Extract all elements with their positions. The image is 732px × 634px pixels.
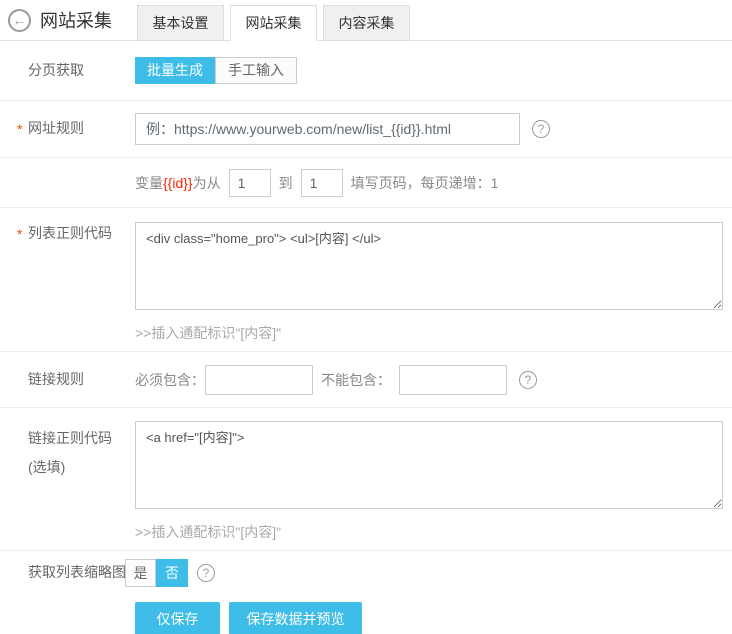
variable-token: {{id}} (163, 175, 193, 191)
insert-wildcard-link[interactable]: >>插入通配标识"[内容]" (135, 522, 723, 542)
not-contain-label: 不能包含： (321, 370, 391, 390)
link-regex-label: 链接正则代码 (选填) (0, 421, 135, 483)
thumbnail-label: 获取列表缩略图 (0, 561, 135, 585)
thumbnail-toggle: 是 否 ? (125, 559, 215, 587)
help-icon[interactable]: ? (519, 371, 537, 389)
tab-website-collection[interactable]: 网站采集 (230, 5, 317, 41)
list-regex-textarea[interactable]: <div class="home_pro"> <ul>[内容] </ul> (135, 222, 723, 310)
link-regex-textarea[interactable]: <a href="[内容]"> (135, 421, 723, 509)
thumbnail-no-button[interactable]: 否 (156, 559, 188, 587)
optional-label: (选填) (28, 453, 135, 482)
list-regex-column: <div class="home_pro"> <ul>[内容] </ul> >>… (135, 222, 723, 343)
not-contain-input[interactable] (399, 365, 507, 395)
pagination-label: 分页获取 (0, 59, 135, 83)
url-rule-label: *网址规则 (0, 117, 135, 141)
must-contain-input[interactable] (205, 365, 313, 395)
to-label: 到 (279, 173, 293, 193)
tab-basic-settings[interactable]: 基本设置 (137, 5, 224, 41)
url-rule-input[interactable] (135, 113, 520, 145)
save-only-button[interactable]: 仅保存 (135, 602, 220, 634)
row-link-regex: 链接正则代码 (选填) <a href="[内容]"> >>插入通配标识"[内容… (0, 408, 732, 551)
row-link-rule: 链接规则 必须包含： 不能包含： ? (0, 352, 732, 408)
manual-input-button[interactable]: 手工输入 (215, 57, 297, 84)
row-url-rule: *网址规则 ? (0, 101, 732, 158)
list-regex-label: *列表正则代码 (0, 222, 135, 246)
pagination-toggle: 批量生成 手工输入 (135, 57, 297, 84)
row-list-regex: *列表正则代码 <div class="home_pro"> <ul>[内容] … (0, 208, 732, 352)
action-bar: 仅保存 保存数据并预览 (0, 602, 732, 634)
insert-wildcard-link[interactable]: >>插入通配标识"[内容]" (135, 323, 723, 343)
back-button[interactable]: ← (8, 9, 31, 32)
page-title: 网站采集 (40, 7, 112, 33)
link-rule-label: 链接规则 (0, 368, 135, 392)
header: ← 网站采集 基本设置 网站采集 内容采集 (0, 0, 732, 41)
header-left: ← 网站采集 (0, 7, 112, 40)
tab-bar: 基本设置 网站采集 内容采集 (137, 5, 416, 40)
row-pagination-mode: 分页获取 批量生成 手工输入 (0, 41, 732, 101)
save-and-preview-button[interactable]: 保存数据并预览 (229, 602, 362, 634)
required-asterisk: * (17, 118, 22, 142)
required-asterisk: * (17, 223, 22, 247)
variable-prefix: 变量{{id}}为从 (135, 173, 221, 193)
must-contain-label: 必须包含： (135, 370, 205, 390)
row-variable-range: 变量{{id}}为从 到 填写页码，每页递增：1 (0, 158, 732, 208)
tab-content-collection[interactable]: 内容采集 (323, 5, 410, 41)
row-thumbnail: 获取列表缩略图 是 否 ? (0, 551, 732, 595)
page-from-input[interactable] (229, 169, 271, 197)
help-icon[interactable]: ? (197, 564, 215, 582)
batch-generate-button[interactable]: 批量生成 (135, 57, 215, 84)
website-collection-page: ← 网站采集 基本设置 网站采集 内容采集 分页获取 批量生成 手工输入 *网址… (0, 0, 732, 634)
help-icon[interactable]: ? (532, 120, 550, 138)
link-rule-line: 必须包含： 不能包含： ? (135, 365, 537, 395)
variable-suffix: 填写页码，每页递增：1 (351, 173, 499, 193)
page-to-input[interactable] (301, 169, 343, 197)
back-arrow-icon: ← (13, 13, 27, 27)
link-regex-column: <a href="[内容]"> >>插入通配标识"[内容]" (135, 421, 723, 542)
variable-line: 变量{{id}}为从 到 填写页码，每页递增：1 (135, 169, 498, 197)
